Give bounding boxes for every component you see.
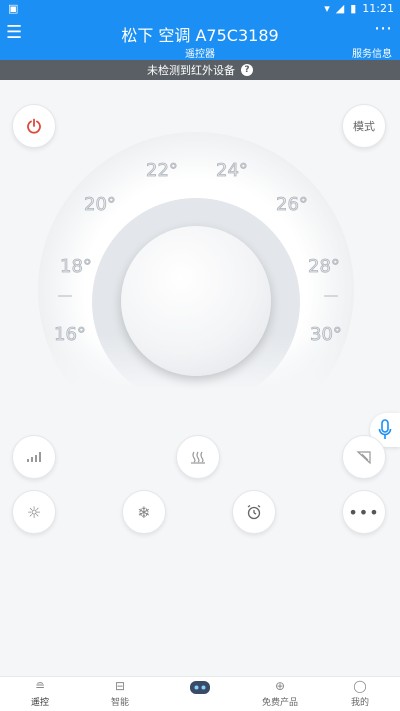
temp-mark-20: 20° [84,194,116,215]
tab-label: 我的 [350,698,369,708]
smart-icon: ⊟ [114,679,126,693]
tab-robot[interactable] [170,679,230,695]
heat-button[interactable] [176,435,220,479]
status-bar: ▣ ▾ ◢ ▮ 11:21 [0,0,400,18]
bottom-tab-bar: ≘ 遥控 ⊟ 智能 ⊕ 免费产品 ◯ 我的 [0,676,400,711]
swing-icon [356,451,371,465]
alarm-clock-icon [247,504,261,520]
tab-label: 免费产品 [261,698,298,708]
temp-mark-24: 24° [216,160,248,181]
temp-mark-22: 22° [146,160,178,181]
fan-speed-button[interactable] [12,435,56,479]
signal-icon: ◢ [335,2,345,15]
clock-time: 11:21 [362,2,394,15]
sun-icon: ☼ [26,502,42,522]
timer-button[interactable] [232,490,276,534]
more-options-icon[interactable]: ⋯ [374,18,392,39]
temp-mark-16: 16° [54,324,86,345]
page-subtitle: 遥控器 [185,49,215,60]
tab-smart[interactable]: ⊟ 智能 [90,679,150,708]
dial-center-knob[interactable] [121,226,271,376]
temp-mark-28: 28° [308,256,340,277]
ir-notice-text: 未检测到红外设备 [147,64,235,77]
plus-circle-icon: ⊕ [274,679,286,693]
tab-label: 遥控 [30,698,49,708]
temp-mark-26: 26° [276,194,308,215]
heat-waves-icon [191,451,205,464]
user-icon: ◯ [353,679,367,693]
sun-mode-button[interactable]: ☼ [12,490,56,534]
robot-icon [190,681,210,694]
wifi-icon: ▾ [324,2,330,15]
temp-mark-18: 18° [60,256,92,277]
signal-bars-icon [27,452,41,462]
tab-mine[interactable]: ◯ 我的 [330,679,390,708]
more-functions-button[interactable]: ••• [342,490,386,534]
help-icon[interactable]: ? [241,64,253,76]
remote-icon: ≘ [34,679,46,693]
app-notification-icon: ▣ [8,2,19,15]
app-header: ☰ 松下 空调 A75C3189 遥控器 ⋯ 服务信息 [0,18,400,60]
service-info-link[interactable]: 服务信息 [352,45,392,60]
temp-mark-30: 30° [310,324,342,345]
cool-mode-button[interactable]: ❄ [122,490,166,534]
more-dots-icon: ••• [348,502,380,522]
tab-remote[interactable]: ≘ 遥控 [10,679,70,708]
microphone-icon [378,419,392,439]
page-title: 松下 空调 A75C3189 [121,26,279,45]
tab-free-products[interactable]: ⊕ 免费产品 [250,679,310,708]
ir-notice-banner[interactable]: 未检测到红外设备 ? [0,60,400,80]
swing-button[interactable] [342,435,386,479]
battery-icon: ▮ [350,2,357,15]
snowflake-icon: ❄ [137,502,151,522]
tab-label: 智能 [110,698,129,708]
